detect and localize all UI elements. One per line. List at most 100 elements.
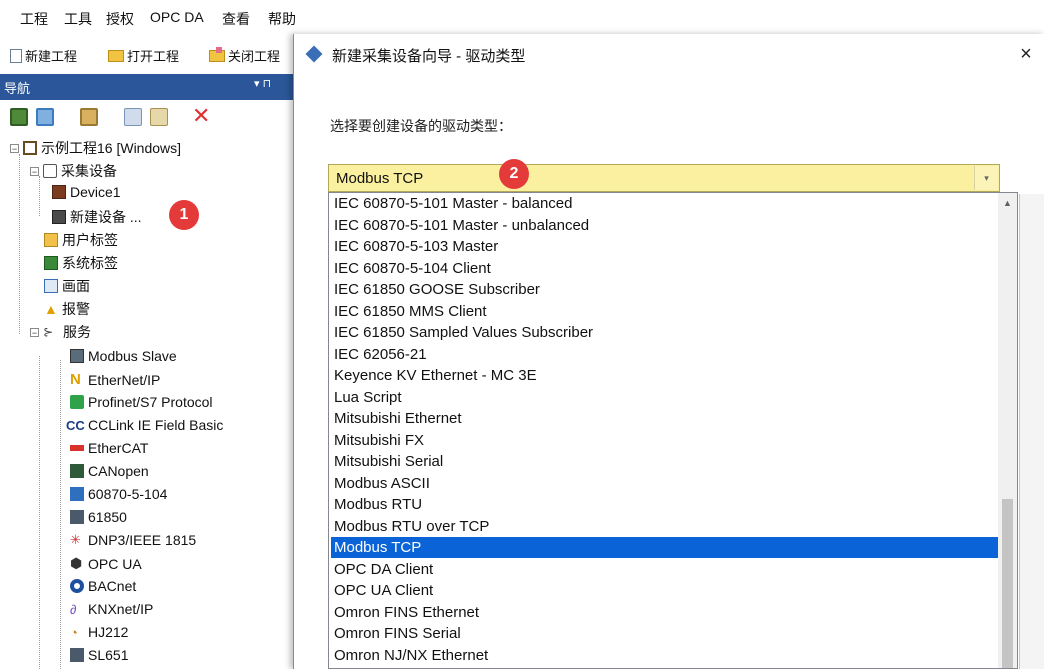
properties-icon[interactable]: [80, 108, 98, 126]
tree-item-opc-ua[interactable]: ⬢ OPC UA: [70, 555, 142, 572]
menu-license[interactable]: 授权: [106, 9, 134, 29]
collapse-icon[interactable]: −: [30, 327, 39, 337]
tree-connector: [60, 360, 61, 669]
tree-item-label: SL651: [88, 647, 129, 663]
driver-type-dropdown-list[interactable]: IEC 60870-5-101 Master - balanced IEC 60…: [328, 192, 1018, 669]
tree-item-bacnet[interactable]: BACnet: [70, 578, 136, 594]
list-item[interactable]: Mitsubishi FX: [331, 430, 998, 451]
dropdown-scrollbar[interactable]: ▲: [998, 193, 1017, 668]
list-item[interactable]: Modbus RTU over TCP: [331, 516, 998, 537]
tree-item-sl651[interactable]: SL651: [70, 647, 128, 663]
nav-pane-pin-button[interactable]: ▾ ⊓: [254, 77, 271, 90]
tree-item-label: 系统标签: [62, 255, 118, 271]
scrollbar-thumb[interactable]: [1002, 499, 1013, 668]
tree-item-dnp3[interactable]: ✳ DNP3/IEEE 1815: [70, 532, 196, 548]
list-item[interactable]: Modbus RTU: [331, 494, 998, 515]
tree-item-label: 61850: [88, 509, 127, 525]
tree-connector: [39, 356, 40, 669]
tree-item-new-device[interactable]: 新建设备 ...: [52, 207, 142, 227]
open-folder-icon: [108, 49, 124, 62]
tree-item-alarms[interactable]: ▲ 报警: [44, 299, 90, 319]
tree-item-screens[interactable]: 画面: [44, 276, 90, 296]
menu-project[interactable]: 工程: [20, 9, 48, 29]
list-item[interactable]: IEC 62056-21: [331, 344, 998, 365]
nav-pane-title: 导航: [4, 81, 31, 96]
tree-item-label: BACnet: [88, 578, 137, 594]
list-item[interactable]: OPC DA Client: [331, 559, 998, 580]
list-item[interactable]: IEC 61850 GOOSE Subscriber: [331, 279, 998, 300]
close-project-label: 关闭工程: [228, 49, 281, 64]
list-item[interactable]: IEC 60870-5-103 Master: [331, 236, 998, 257]
list-item-selected[interactable]: Modbus TCP: [331, 537, 998, 558]
delete-icon[interactable]: ✕: [192, 103, 210, 129]
copy-icon[interactable]: [124, 108, 142, 126]
paste-icon[interactable]: [150, 108, 168, 126]
close-button[interactable]: ×: [1012, 41, 1040, 67]
list-item[interactable]: IEC 61850 MMS Client: [331, 301, 998, 322]
list-item[interactable]: Lua Script: [331, 387, 998, 408]
list-item[interactable]: IEC 60870-5-101 Master - balanced: [331, 193, 998, 214]
iec61850-icon: [70, 510, 84, 524]
close-folder-icon: [209, 46, 225, 62]
list-item[interactable]: Mitsubishi Serial: [331, 451, 998, 472]
list-item[interactable]: IEC 60870-5-104 Client: [331, 258, 998, 279]
menu-view[interactable]: 查看: [222, 9, 250, 29]
collapse-icon[interactable]: −: [10, 143, 19, 153]
ethercat-icon: [70, 445, 84, 451]
list-item[interactable]: Modbus ASCII: [331, 473, 998, 494]
tree-item-services[interactable]: − ⊱ 服务: [30, 322, 91, 342]
tree-item-knxnet[interactable]: ∂ KNXnet/IP: [70, 601, 153, 617]
tree-root[interactable]: − 示例工程16 [Windows]: [10, 138, 181, 158]
add-item-icon[interactable]: [36, 108, 54, 126]
close-project-button[interactable]: 关闭工程: [209, 46, 280, 65]
tree-item-label: 新建设备 ...: [70, 209, 142, 225]
tree-item-ethernet-ip[interactable]: N EtherNet/IP: [70, 371, 160, 388]
list-item[interactable]: Omron NJ/NX Ethernet: [331, 645, 998, 666]
list-item[interactable]: Keyence KV Ethernet - MC 3E: [331, 365, 998, 386]
driver-type-combobox[interactable]: Modbus TCP ▾: [328, 164, 1000, 192]
scroll-up-icon[interactable]: ▲: [998, 193, 1017, 213]
tree-item-modbus-slave[interactable]: Modbus Slave: [70, 348, 177, 364]
tree-item-label: 服务: [63, 324, 91, 340]
open-project-button[interactable]: 打开工程: [108, 46, 179, 65]
tree-item-61850[interactable]: 61850: [70, 509, 127, 525]
device-icon: [52, 185, 66, 199]
list-item[interactable]: Omron FINS Serial: [331, 623, 998, 644]
user-tags-icon: [44, 233, 58, 247]
tree-item-hj212[interactable]: ◔ HJ212: [70, 624, 128, 640]
step-badge-2: 2: [499, 159, 529, 189]
tree-item-ethercat[interactable]: EtherCAT: [70, 440, 148, 456]
cclink-icon: CC: [66, 417, 85, 433]
new-project-button[interactable]: 新建工程: [10, 46, 77, 65]
dropdown-arrow-icon[interactable]: ▾: [974, 166, 998, 190]
collapse-icon[interactable]: −: [30, 166, 39, 176]
list-item[interactable]: IEC 60870-5-101 Master - unbalanced: [331, 215, 998, 236]
nav-tree: − 示例工程16 [Windows] − 采集设备 Device1 新建设备 .…: [0, 136, 296, 669]
tree-item-canopen[interactable]: CANopen: [70, 463, 149, 479]
tree-item-label: CCLink IE Field Basic: [88, 417, 224, 433]
nav-pane-header: 导航 ▾ ⊓: [0, 74, 296, 100]
add-device-icon[interactable]: [10, 108, 28, 126]
list-item[interactable]: Mitsubishi Ethernet: [331, 408, 998, 429]
tree-item-device1[interactable]: Device1: [52, 184, 121, 200]
menu-opc-da[interactable]: OPC DA: [150, 9, 204, 25]
tree-item-label: HJ212: [88, 624, 129, 640]
tree-item-system-tags[interactable]: 系统标签: [44, 253, 118, 273]
list-item[interactable]: Omron FINS Ethernet: [331, 602, 998, 623]
tree-item-profinet[interactable]: Profinet/S7 Protocol: [70, 394, 213, 410]
new-device-wizard-dialog: 新建采集设备向导 - 驱动类型 × 选择要创建设备的驱动类型： Modbus T…: [293, 34, 1044, 669]
list-item[interactable]: IEC 61850 Sampled Values Subscriber: [331, 322, 998, 343]
menu-tools[interactable]: 工具: [64, 9, 92, 29]
tree-item-label: EtherNet/IP: [88, 371, 161, 388]
profinet-icon: [70, 395, 84, 409]
tree-item-label: 报警: [62, 301, 90, 317]
tree-item-cclink[interactable]: CC CCLink IE Field Basic: [66, 417, 223, 433]
tree-item-user-tags[interactable]: 用户标签: [44, 230, 118, 250]
knx-icon: ∂: [70, 601, 77, 617]
list-item[interactable]: OPC UA Client: [331, 580, 998, 601]
modbus-slave-icon: [70, 349, 84, 363]
tree-item-devices[interactable]: − 采集设备: [30, 161, 117, 181]
tree-item-iec104[interactable]: 60870-5-104: [70, 486, 167, 502]
menu-help[interactable]: 帮助: [268, 9, 296, 29]
tree-root-label: 示例工程16 [Windows]: [41, 140, 182, 156]
